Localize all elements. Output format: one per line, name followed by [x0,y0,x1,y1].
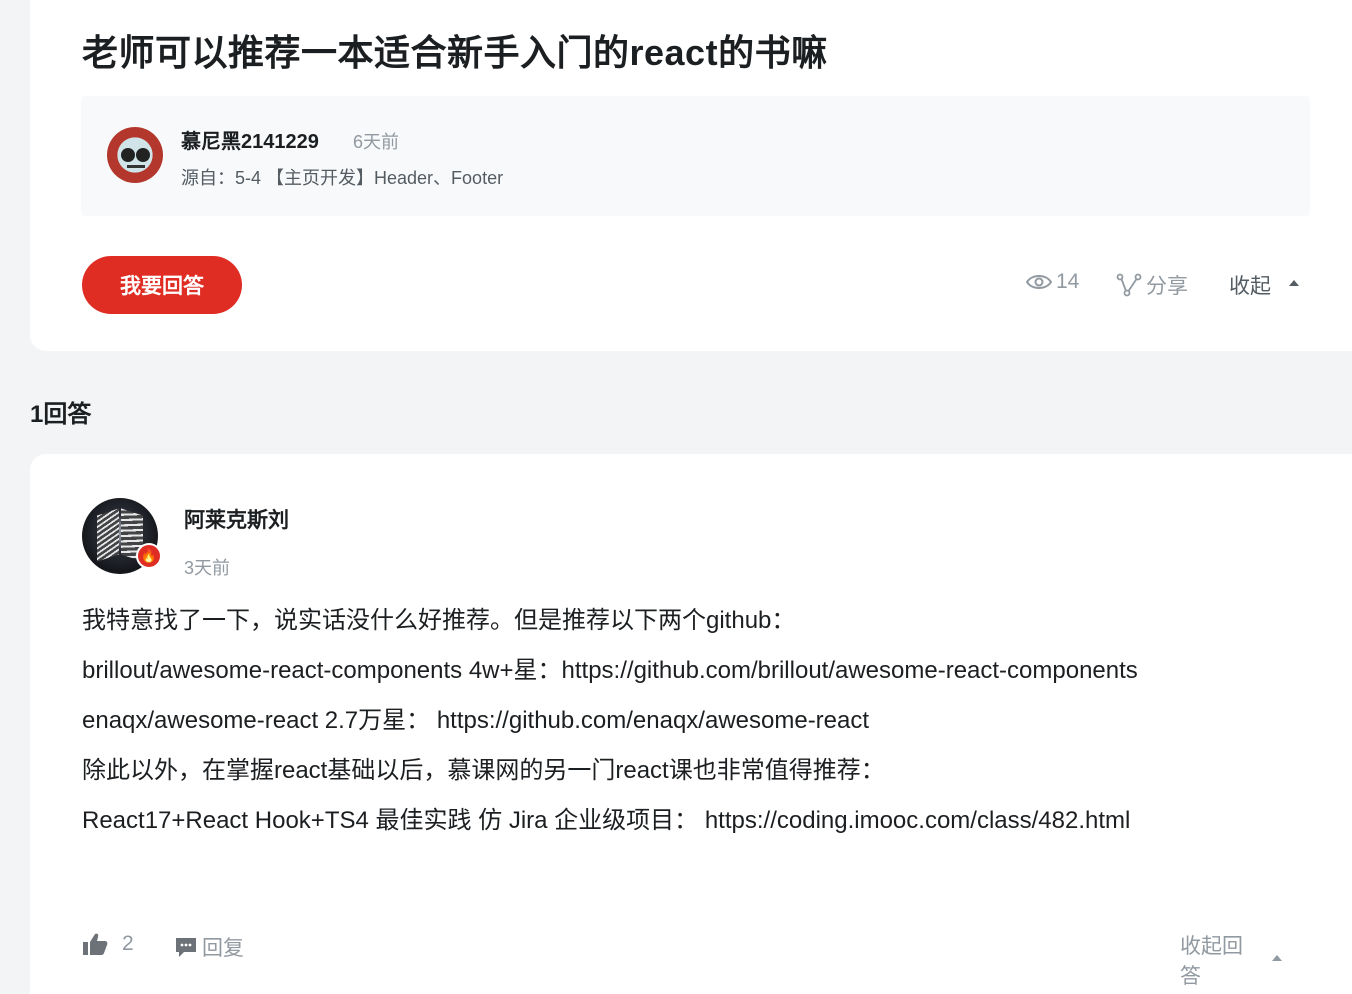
answer-card: 🔥 阿莱克斯刘 3天前 我特意找了一下，说实话没什么好推荐。但是推荐以下两个gi… [30,454,1352,994]
reply-label: 回复 [202,937,244,960]
answer-paragraph-link[interactable]: enaqx/awesome-react 2.7万星： https://githu… [82,696,1312,746]
question-card: 老师可以推荐一本适合新手入门的react的书嘛 慕尼黑2141229 6天前 源… [30,0,1352,351]
collapse-answer-button[interactable]: 收起回答 [1180,930,1282,990]
collapse-button[interactable]: 收起 [1229,270,1299,300]
eye-icon [1026,275,1052,289]
answers-count-heading: 1回答 [30,401,92,428]
question-meta-box: 慕尼黑2141229 6天前 源自：5-4 【主页开发】Header、Foote… [81,96,1310,216]
post-time: 6天前 [353,132,400,152]
question-title: 老师可以推荐一本适合新手入门的react的书嘛 [82,32,828,73]
views-number: 14 [1056,270,1080,293]
reply-button[interactable]: 回复 [174,932,244,962]
author-avatar[interactable] [107,127,163,183]
caret-up-icon [1272,955,1282,961]
views-count: 14 [1026,270,1079,294]
thumbs-up-icon [83,933,108,955]
collapse-label: 收起 [1229,275,1271,298]
question-source[interactable]: 源自：5-4 【主页开发】Header、Footer [181,164,503,190]
answer-paragraph-link[interactable]: React17+React Hook+TS4 最佳实践 仿 Jira 企业级项目… [82,796,1312,846]
comment-icon [176,938,196,957]
answer-time: 3天前 [184,558,231,578]
collapse-answer-label: 收起回答 [1180,935,1243,988]
share-label: 分享 [1146,275,1188,298]
answer-content: 我特意找了一下，说实话没什么好推荐。但是推荐以下两个github： brillo… [82,596,1312,846]
share-button[interactable]: 分享 [1116,270,1188,300]
answer-paragraph: 除此以外，在掌握react基础以后，慕课网的另一门react课也非常值得推荐： [82,757,885,784]
answer-button[interactable]: 我要回答 [82,256,242,314]
caret-up-icon [1289,280,1299,286]
like-button[interactable]: 2 [82,932,134,956]
share-icon [1116,273,1142,297]
answer-paragraph-link[interactable]: brillout/awesome-react-components 4w+星：h… [82,646,1312,696]
author-name[interactable]: 慕尼黑2141229 [181,125,319,154]
answer-actions: 2 回复 收起回答 [82,932,1282,988]
like-count: 2 [122,932,134,955]
fire-icon: 🔥 [136,543,162,569]
answer-paragraph: 我特意找了一下，说实话没什么好推荐。但是推荐以下两个github： [82,607,796,634]
answerer-name[interactable]: 阿莱克斯刘 [184,504,289,534]
